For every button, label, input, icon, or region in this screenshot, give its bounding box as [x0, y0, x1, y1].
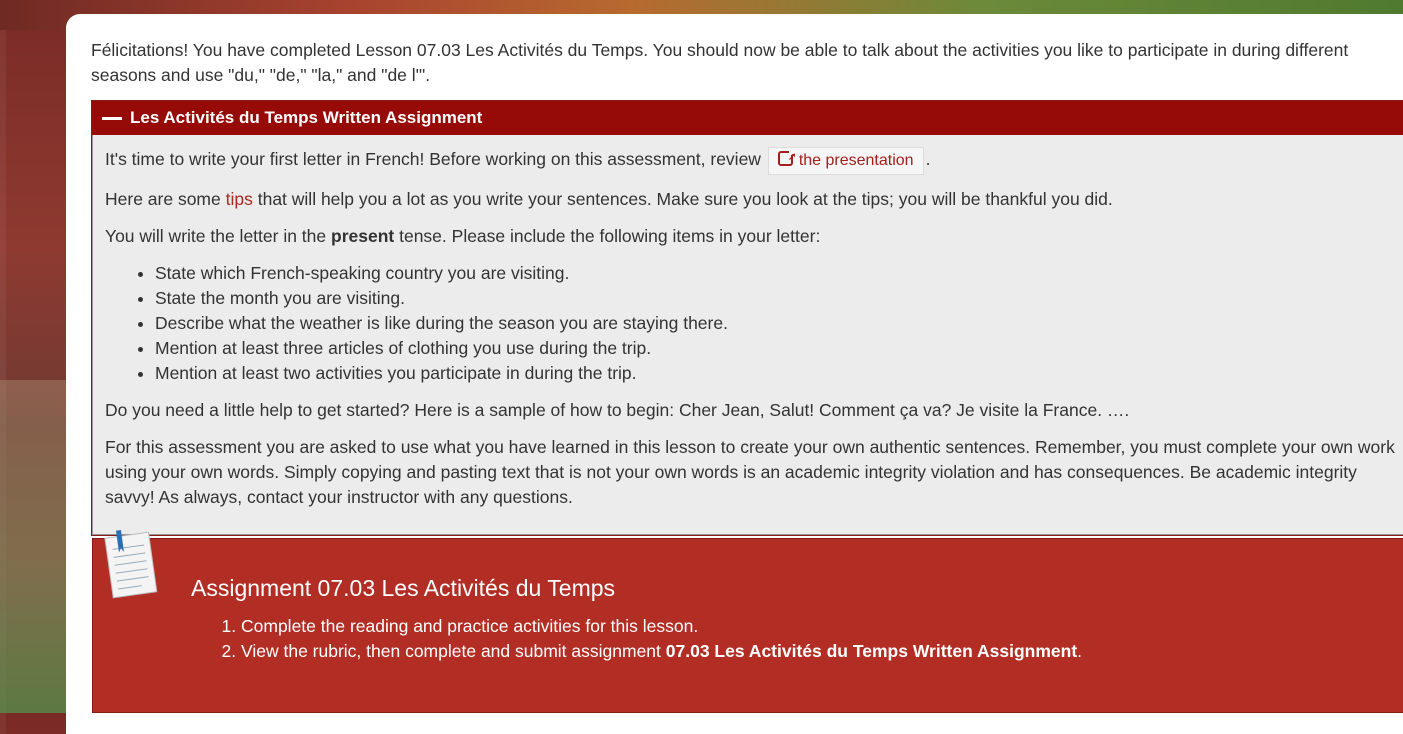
assignment-paper-icon [104, 530, 158, 599]
tense-text-after: tense. Please include the following item… [399, 226, 821, 246]
collapse-minus-icon[interactable] [102, 116, 122, 120]
completion-message: Félicitations! You have completed Lesson… [91, 40, 1349, 85]
accordion-header[interactable]: Les Activités du Temps Written Assignmen… [92, 101, 1403, 135]
background-photo-side [0, 380, 70, 713]
assignment-title: Assignment 07.03 Les Activités du Temps [191, 575, 616, 601]
period: . [1077, 641, 1083, 661]
integrity-paragraph: For this assessment you are asked to use… [105, 437, 1395, 507]
list-item: Mention at least two activities you part… [155, 361, 1399, 386]
list-item: Mention at least three articles of cloth… [155, 336, 1399, 361]
list-item: State which French-speaking country you … [155, 261, 1399, 286]
list-item: State the month you are visiting. [155, 286, 1399, 311]
written-assignment-accordion: Les Activités du Temps Written Assignmen… [91, 100, 1403, 536]
intro-text: It's time to write your first letter in … [105, 149, 761, 169]
list-item: Complete the reading and practice activi… [241, 614, 1082, 639]
list-item: View the rubric, then complete and submi… [241, 639, 1082, 664]
accordion-body: It's time to write your first letter in … [92, 135, 1403, 535]
presentation-link-label: the presentation [798, 152, 914, 169]
accordion-title: Les Activités du Temps Written Assignmen… [130, 108, 483, 127]
sample-paragraph: Do you need a little help to get started… [105, 400, 1130, 420]
presentation-link[interactable]: the presentation [767, 144, 924, 175]
tips-link[interactable]: tips [226, 189, 253, 209]
list-item: Describe what the weather is like during… [155, 311, 1399, 336]
assignment-name: 07.03 Les Activités du Temps Written Ass… [665, 641, 1078, 661]
intro-paragraph: It's time to write your first letter in … [105, 144, 1399, 175]
assignment-steps: Complete the reading and practice activi… [191, 614, 1082, 664]
tips-text-before: Here are some [105, 189, 221, 209]
period: . [925, 149, 931, 169]
requirements-list: State which French-speaking country you … [105, 261, 1399, 386]
step-text: View the rubric, then complete and submi… [241, 641, 661, 661]
tips-text-after: that will help you a lot as you write yo… [257, 189, 1113, 209]
tense-text-before: You will write the letter in the [105, 226, 327, 246]
external-link-icon [777, 144, 797, 170]
tense-word: present [331, 226, 395, 246]
tense-paragraph: You will write the letter in the present… [105, 224, 1399, 249]
assignment-box: Assignment 07.03 Les Activités du Temps … [92, 530, 1403, 713]
tips-paragraph: Here are some tips that will help you a … [105, 187, 1399, 212]
